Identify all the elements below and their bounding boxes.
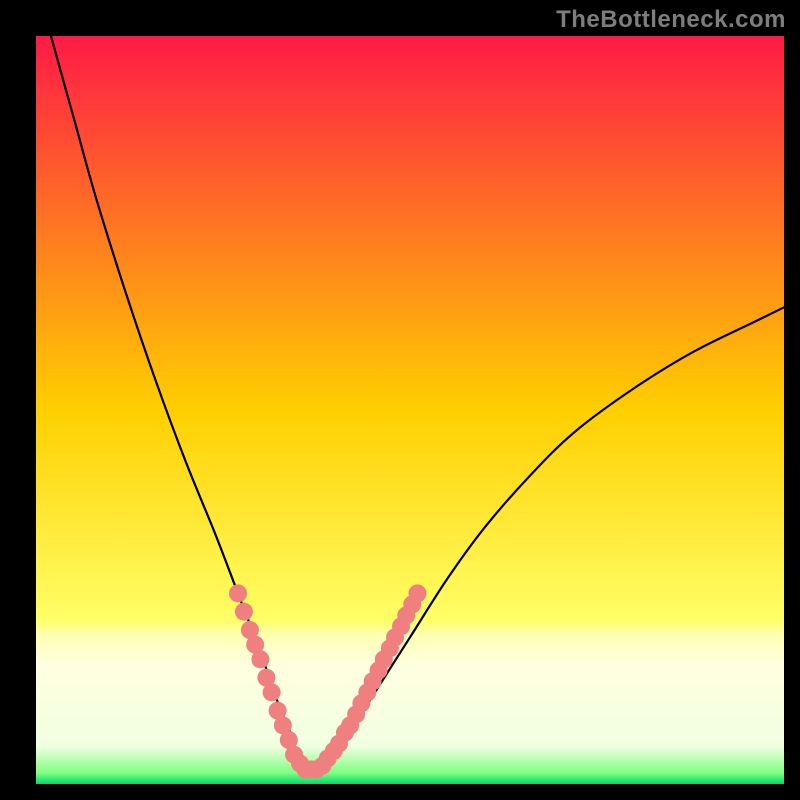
highlight-dot bbox=[251, 650, 269, 668]
highlight-dot bbox=[263, 683, 281, 701]
chart-frame bbox=[36, 36, 784, 784]
highlight-dot bbox=[229, 584, 247, 602]
highlight-dot bbox=[408, 584, 426, 602]
highlight-dot bbox=[235, 603, 253, 621]
gradient-background bbox=[36, 36, 784, 784]
watermark-text: TheBottleneck.com bbox=[556, 6, 786, 34]
bottleneck-chart bbox=[36, 36, 784, 784]
